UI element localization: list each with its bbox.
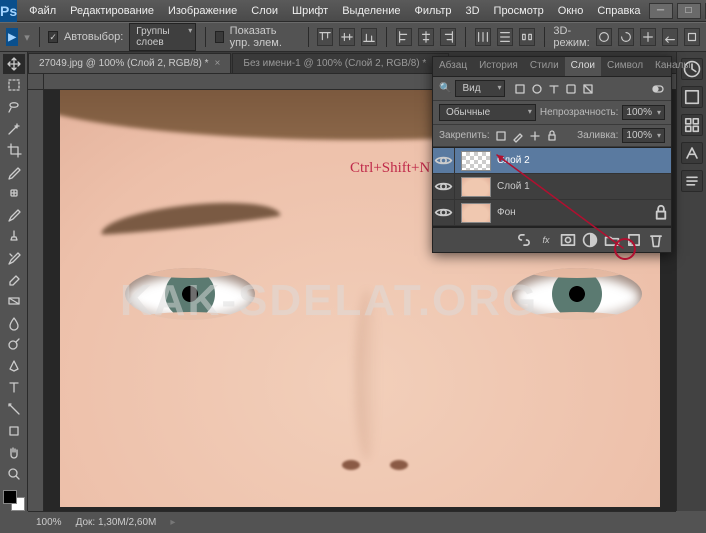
annotation-circle bbox=[614, 238, 636, 260]
zoom-level[interactable]: 100% bbox=[36, 517, 62, 528]
status-menu-icon[interactable]: ▸ bbox=[170, 517, 175, 528]
annotation-arrow bbox=[0, 0, 706, 533]
docinfo-value: 1,30M/2,60M bbox=[98, 517, 156, 528]
docinfo-label: Док: bbox=[76, 517, 96, 528]
status-bar: 100% Док: 1,30M/2,60M ▸ bbox=[28, 511, 676, 533]
